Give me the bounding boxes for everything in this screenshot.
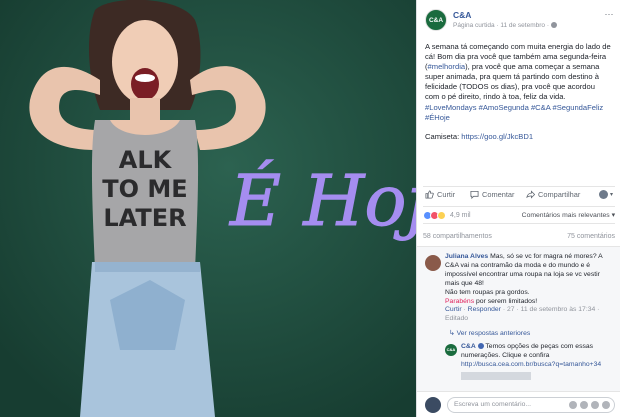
comment-body: Juliana Alves Mas, só se vc for magra né… [445,253,615,324]
comment-input-placeholder: Escreva um comentário... [454,401,532,408]
engagement-counts: 58 compartilhamentos 75 comentários [423,233,615,240]
more-dots-icon[interactable]: ··· [603,10,615,20]
post-actions: Curtir Comentar Compartilhar ▾ [423,186,615,202]
reply-avatar[interactable]: C&A [445,344,457,356]
reply-item: C&A C&A Temos opções de peças com essas … [445,343,615,391]
reply-link-url[interactable]: http://busca.cea.com.br/busca?q=tamanho+… [461,361,601,368]
reaction-count[interactable]: 4,9 mil [450,212,471,219]
comment-text-3: por serem limitados! [474,297,538,305]
comment-label: Comentar [482,190,515,199]
post-photo[interactable]: ALK TO ME LATER É Hoje [0,0,416,417]
post-side-panel: C&A C&A Página curtida · 11 de setembro … [416,0,620,417]
composer-icons [569,401,610,409]
comment-button[interactable]: Comentar [470,190,514,199]
reply-body: C&A Temos opções de peças com essas nume… [461,343,611,380]
comment-text-2: Não tem roupas pra gordos. [445,288,530,296]
thumbs-up-icon [425,190,434,199]
comment-sort-dropdown[interactable]: Comentários mais relevantes ▾ [522,211,615,219]
shares-count[interactable]: 58 compartilhamentos [423,233,492,240]
shirt-link[interactable]: https://goo.gl/JkcBD1 [461,132,533,141]
comment-like-count[interactable]: 27 [507,306,515,313]
share-icon [526,190,535,199]
reactions-summary: 4,9 mil Comentários mais relevantes ▾ [423,206,615,224]
hashtag-melhordia[interactable]: #melhordia [428,62,466,71]
current-user-avatar[interactable] [425,397,441,413]
shirt-text-line-2: TO ME [102,175,187,203]
link-preview-thumbnail[interactable] [461,371,531,380]
audience-selector[interactable]: ▾ [598,190,613,199]
globe-icon [598,190,608,199]
camera-icon[interactable] [580,401,588,409]
like-label: Curtir [437,190,456,199]
post-header: C&A C&A Página curtida · 11 de setembro … [425,9,615,35]
comment-meta: Curtir · Responder · 27 · 11 de setembro… [445,306,600,323]
wow-reaction-icon[interactable] [437,211,446,220]
post-meta: Página curtida · 11 de setembro · [453,22,557,29]
emoji-icon[interactable] [569,401,577,409]
gif-icon[interactable] [591,401,599,409]
like-button[interactable]: Curtir [425,190,455,199]
overlay-handwritten-text: É Hoje [228,160,416,242]
comment-item: Juliana Alves Mas, só se vc for magra né… [425,253,615,335]
shirt-label: Camiseta: [425,131,462,141]
comment-like-link[interactable]: Curtir [445,306,462,313]
comment-input[interactable]: Escreva um comentário... [447,397,615,413]
page-avatar[interactable]: C&A [425,9,447,31]
view-previous-replies-link[interactable]: ↳ Ver respostas anteriores [449,329,530,337]
page-name-link[interactable]: C&A [453,10,471,20]
reply-author[interactable]: C&A [461,343,476,350]
shirt-text-line-1: ALK [119,146,173,174]
commenter-avatar[interactable] [425,255,441,271]
commenter-name[interactable]: Juliana Alves [445,253,488,260]
comments-list: Juliana Alves Mas, só se vc for magra né… [417,246,620,391]
photo-illustration: ALK TO ME LATER É Hoje [0,0,416,417]
comments-count[interactable]: 75 comentários [567,233,615,240]
post-meta-text: Página curtida · 11 de setembro · [453,22,551,29]
comment-reply-link[interactable]: Responder [468,306,501,313]
share-label: Compartilhar [538,190,581,199]
post-paragraph-2: Camiseta: https://goo.gl/JkcBD1 [425,132,611,142]
post-paragraph-1: A semana tá começando com muita energia … [425,42,611,123]
post-body: A semana tá começando com muita energia … [425,42,611,151]
comment-text-red: Parabéns [445,297,475,305]
chevron-down-icon: ▾ [609,192,613,198]
comment-composer: Escreva um comentário... [417,391,620,417]
shirt-text-line-3: LATER [103,204,186,232]
comment-date[interactable]: 11 de setembro às 17:34 [521,306,596,313]
sticker-icon[interactable] [602,401,610,409]
post-hashtags[interactable]: #LoveMondays #AmoSegunda #C&A #SegundaFe… [425,103,603,122]
comment-edited: Editado [445,315,469,323]
globe-icon [550,22,557,29]
comment-icon [470,190,479,199]
share-button[interactable]: Compartilhar [526,190,580,199]
